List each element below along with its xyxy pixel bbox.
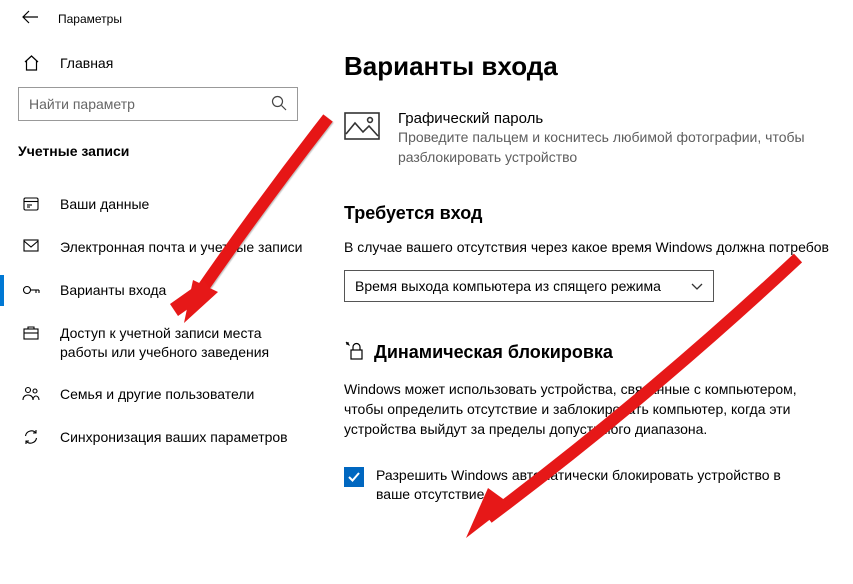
dynamic-lock-checkbox[interactable] <box>344 467 364 487</box>
sidebar-item-label: Электронная почта и учетные записи <box>60 238 312 257</box>
dynamic-lock-checkbox-row[interactable]: Разрешить Windows автоматически блокиров… <box>344 466 853 505</box>
mail-icon <box>22 239 40 253</box>
dynamic-lock-icon <box>344 340 364 365</box>
sidebar-item-label: Семья и другие пользователи <box>60 385 312 404</box>
chevron-down-icon <box>691 278 703 294</box>
main-content: Варианты входа Графический пароль Провед… <box>322 33 853 584</box>
search-icon <box>271 95 287 114</box>
sidebar-item-label: Варианты входа <box>60 281 312 300</box>
section-require-signin-desc: В случае вашего отсутствия через какое в… <box>344 238 853 258</box>
select-value: Время выхода компьютера из спящего режим… <box>355 278 661 294</box>
option-picture-password[interactable]: Графический пароль Проведите пальцем и к… <box>344 110 853 167</box>
page-title: Варианты входа <box>344 51 853 82</box>
option-desc: Проведите пальцем и коснитесь любимой фо… <box>398 128 828 167</box>
sidebar-item-email-accounts[interactable]: Электронная почта и учетные записи <box>0 226 322 269</box>
sidebar-item-label: Синхронизация ваших параметров <box>60 428 312 447</box>
back-button[interactable] <box>22 10 38 27</box>
search-input[interactable] <box>29 96 271 112</box>
picture-icon <box>344 112 380 140</box>
briefcase-icon <box>22 325 40 340</box>
sync-icon <box>22 429 40 445</box>
sidebar-home-label: Главная <box>60 55 113 71</box>
sidebar-item-label: Ваши данные <box>60 195 312 214</box>
sidebar-category: Учетные записи <box>0 121 322 173</box>
sidebar-item-your-info[interactable]: Ваши данные <box>0 183 322 226</box>
dynamic-lock-checkbox-label: Разрешить Windows автоматически блокиров… <box>376 466 816 505</box>
key-icon <box>22 282 40 298</box>
require-signin-select[interactable]: Время выхода компьютера из спящего режим… <box>344 270 714 302</box>
info-icon <box>22 196 40 212</box>
dynamic-lock-desc: Windows может использовать устройства, с… <box>344 379 824 440</box>
section-require-signin-title: Требуется вход <box>344 203 853 224</box>
sidebar-home[interactable]: Главная <box>0 47 322 87</box>
sidebar-item-family[interactable]: Семья и другие пользователи <box>0 373 322 416</box>
people-icon <box>22 386 40 401</box>
option-title: Графический пароль <box>398 110 828 127</box>
sidebar-item-work-access[interactable]: Доступ к учетной записи места работы или… <box>0 312 322 374</box>
window-title: Параметры <box>58 12 122 26</box>
home-icon <box>22 55 40 71</box>
sidebar-item-sync[interactable]: Синхронизация ваших параметров <box>0 416 322 459</box>
section-dynamic-lock-title: Динамическая блокировка <box>344 340 853 365</box>
dynamic-lock-title-text: Динамическая блокировка <box>374 342 613 363</box>
sidebar-item-label: Доступ к учетной записи места работы или… <box>60 324 312 362</box>
sidebar: Главная Учетные записи Ваши данные Элект… <box>0 33 322 584</box>
sidebar-item-signin-options[interactable]: Варианты входа <box>0 269 322 312</box>
search-input-container[interactable] <box>18 87 298 121</box>
